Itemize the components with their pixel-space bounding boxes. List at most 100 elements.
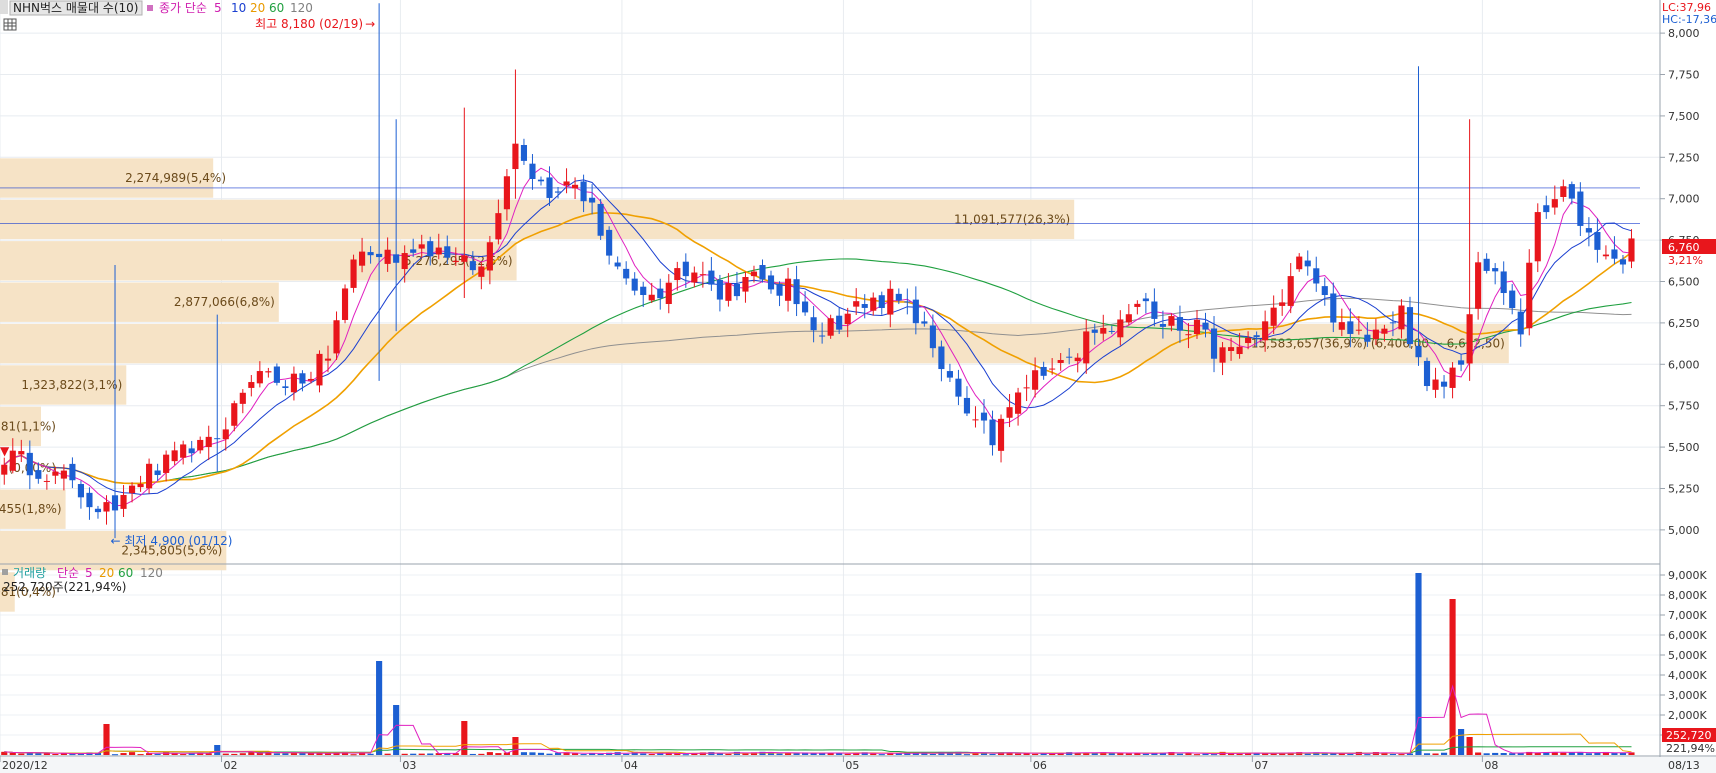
candle-body	[256, 371, 263, 384]
candle-body	[1355, 329, 1362, 331]
high-marker-label: 최고 8,180 (02/19)	[255, 17, 363, 31]
volume-bar	[546, 753, 553, 755]
candle-body	[77, 484, 85, 498]
candle-body	[1202, 322, 1209, 330]
candle-body	[1364, 334, 1371, 342]
candle-body	[248, 382, 255, 388]
candle-body	[1253, 335, 1260, 338]
current-price: 6,760	[1668, 241, 1700, 254]
volume-bar	[571, 753, 579, 755]
ma-legend-title: 종가 단순	[159, 1, 207, 15]
candle-body	[1270, 307, 1277, 326]
candle-body	[1066, 356, 1073, 358]
candle-body	[120, 494, 127, 509]
volume-bar	[844, 753, 851, 755]
candle-body	[1543, 205, 1550, 213]
current-volume: 252,720	[1666, 729, 1712, 742]
volume-tick-label: 4,000K	[1668, 669, 1707, 682]
volume-bar	[870, 753, 877, 755]
volume-bar	[776, 753, 783, 755]
ma-legend-120: 120	[290, 1, 313, 15]
price-tick-label: 5,500	[1668, 441, 1700, 454]
candle-body	[1423, 360, 1431, 387]
candle-body	[60, 470, 67, 479]
volume-bar	[1389, 753, 1397, 755]
candle-body	[1372, 329, 1379, 340]
volume-tick-label: 6,000K	[1668, 629, 1707, 642]
candle-body	[273, 366, 280, 383]
candle-body	[1568, 184, 1575, 199]
candle-body	[733, 283, 741, 297]
volume-bar	[1449, 599, 1456, 755]
candle-body	[776, 283, 783, 296]
candle-body	[759, 265, 766, 280]
volume-bar	[1611, 753, 1618, 755]
date-tick-label: 06	[1033, 759, 1047, 772]
date-tick-label: 08	[1484, 759, 1498, 772]
candle-body	[1619, 259, 1627, 265]
volume-bar	[111, 754, 119, 756]
candle-body	[1006, 407, 1013, 418]
volume-bar	[1458, 729, 1465, 755]
candle-body	[1398, 305, 1405, 330]
low-marker-label: 최저 4,900 (01/12)	[124, 534, 232, 548]
candle-body	[691, 272, 698, 283]
candle-body	[180, 444, 187, 458]
price-tick-label: 6,250	[1668, 317, 1700, 330]
volume-bar	[282, 753, 289, 755]
volume-bar	[384, 753, 391, 755]
candle-body	[350, 259, 357, 288]
indicator-toggle-icon[interactable]	[0, 0, 8, 14]
candle-body	[1551, 199, 1558, 208]
candle-body	[1245, 337, 1252, 344]
candle-body	[537, 179, 545, 182]
candle-body	[589, 197, 596, 203]
candle-body	[520, 144, 528, 161]
candle-body	[1057, 360, 1064, 363]
candle-body	[393, 254, 400, 263]
candle-body	[154, 470, 161, 476]
volume-current-readout: 252,720주(221,94%)	[3, 580, 126, 594]
candle-body	[1406, 307, 1414, 345]
candle-body	[307, 378, 315, 381]
candle-body	[1125, 314, 1132, 323]
candle-body	[623, 268, 630, 279]
candle-body	[188, 448, 195, 454]
candle-body	[1560, 186, 1567, 197]
candle-body	[401, 253, 408, 270]
volume-bar	[1304, 753, 1311, 755]
volume-bar	[324, 753, 332, 755]
candle-body	[784, 278, 792, 301]
candle-body	[597, 203, 604, 236]
candle-body	[1449, 367, 1456, 388]
candle-body	[222, 429, 229, 440]
volume-bar	[682, 754, 689, 756]
volume-bar	[1466, 737, 1473, 755]
price-tick-label: 7,750	[1668, 69, 1700, 82]
price-tick-label: 8,000	[1668, 27, 1700, 40]
volume-bar	[1193, 754, 1201, 756]
price-tick-label: 5,750	[1668, 400, 1700, 413]
volume-tick-label: 8,000K	[1668, 589, 1707, 602]
current-change: 3,21%	[1668, 254, 1703, 267]
candle-body	[614, 262, 621, 267]
stock-chart[interactable]: 2,274,989(5,4%)11,091,577(26,3%)5,276,29…	[0, 0, 1716, 773]
candle-body	[955, 378, 962, 397]
candle-body	[137, 483, 144, 488]
candle-body	[1585, 228, 1592, 233]
candle-body	[324, 358, 332, 361]
candle-body	[69, 463, 76, 481]
candle-body	[657, 288, 664, 299]
candle-body	[231, 403, 238, 426]
low-arrow-icon: ←	[110, 534, 120, 548]
volume-bar	[725, 753, 732, 755]
volume-tick-label: 5,000K	[1668, 649, 1707, 662]
candle-body	[665, 282, 672, 304]
candle-body	[265, 371, 272, 373]
volume-bar	[1321, 753, 1328, 755]
candle-body	[26, 452, 33, 476]
volume-bar	[316, 753, 323, 755]
volume-bar	[120, 753, 127, 755]
candle-body	[18, 451, 25, 455]
candle-body	[989, 419, 996, 446]
